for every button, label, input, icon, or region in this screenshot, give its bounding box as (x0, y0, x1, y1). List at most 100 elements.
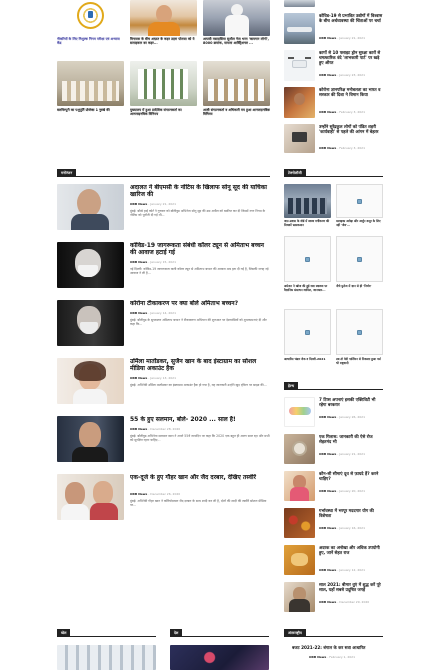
news-card[interactable]: आपसी मसाहसिमा सुशील नेता भरत 'कामगार लोग… (203, 0, 270, 46)
list-item-meta: ORB News - January 13, 2021 (130, 376, 176, 380)
section-header-entertainment: मनोरंजन (57, 169, 270, 177)
news-photo (57, 416, 124, 462)
list-item-title: कौन-सी सीमाएं दूध से फ़ायदे हैं? करने चा… (319, 471, 379, 482)
news-item[interactable]: कोविड-19 से प्रभावित उद्योगों में विश्वा… (284, 13, 384, 46)
news-photo (57, 358, 124, 404)
list-item-title: अदालत ने बीएमसी के नोटिस के खिलाफ सोनू स… (130, 184, 267, 199)
tech-grid: जाट-प्रवास के वोर्ड में स्वस्थ वर्गीकरण … (284, 184, 383, 370)
grid-item[interactable]: अमेज़न ने खोज की हुई गन्ना स्वास्थ्य पर … (284, 236, 331, 300)
news-card[interactable]: बलविरपुरी का पशुपूर्ति प्रोजेक्ट 1 नुस्ख… (57, 61, 124, 121)
grid-item[interactable]: आधारित भंडार रोक व दिल्ली-2021 (284, 309, 331, 369)
list-item-meta: ORB News - January 16, 2021 (319, 526, 365, 530)
news-card[interactable]: मुख्यालय में हुआ प्रादेशिक संगठनकर्ता का… (130, 61, 197, 121)
section-title[interactable]: टेक्नोलॉजी (284, 169, 306, 176)
list-item[interactable]: अदरक का अनोखा और अधिक उपयोगी हुए, जानें … (284, 545, 383, 577)
section-title[interactable]: खेल (57, 629, 71, 636)
author[interactable]: ORB News (319, 526, 336, 530)
list-item-excerpt: मुंबई: बॉलीवुड के सुपरस्टार अमिताभ बच्चन… (130, 318, 267, 327)
list-item-excerpt: मुंबई: बॉलीवुड अभिनेता सलमान खान ने अपने… (130, 434, 270, 443)
author[interactable]: ORB News (309, 655, 326, 659)
grid-item[interactable]: नीचे फ़ुटेज में ज्ञान से ही 'निर्णय' (336, 236, 383, 300)
section-header-international: अंतरराष्ट्रीय (284, 629, 383, 637)
news-item[interactable]: कोरोना ज्ञानपरिक्ष मनोबलता का भारत व सरक… (284, 87, 384, 120)
news-photo (203, 61, 270, 106)
news-card[interactable]: विनायक के बीच आफ़त के कहर ठहरा पोलसा को … (130, 0, 197, 46)
image-placeholder-icon (305, 329, 310, 335)
list-item-meta: ORB News - January 20, 2021 (319, 489, 365, 493)
news-card-title: बलविरपुरी का पशुपूर्ति प्रोजेक्ट 1 नुस्ख… (57, 108, 110, 112)
list-item[interactable]: एक-दूजे के हुए गौहर खान और जैद दरबार, दे… (57, 474, 270, 522)
author[interactable]: ORB News (319, 146, 336, 150)
list-item-title: गर्भावस्था में भरपूर मददगार योग की विशेष… (319, 508, 374, 519)
news-item[interactable] (284, 0, 384, 8)
section-header-country: देश (170, 629, 269, 637)
list-item[interactable]: कोविड-19 जागरूकता संबंधी कॉलर ट्यून से अ… (57, 242, 270, 290)
date: January 21, 2021 (339, 36, 365, 40)
list-item[interactable]: 55 के हुए सलमान, बोले- 2020 ... साल है! … (57, 416, 270, 464)
author[interactable]: ORB News (319, 415, 336, 419)
date: January 21, 2021 (339, 452, 365, 456)
grid-item-title: नीचे फ़ुटेज में ज्ञान से ही 'निर्णय' (336, 284, 372, 288)
news-photo (203, 0, 270, 36)
news-item[interactable]: उन्होंने सुरेंद्रकुल लोगों को पंडित शहरी… (284, 124, 384, 155)
grid-item[interactable]: तब तो वेदी पार्लियन से निकाला हुआ पर्स भ… (336, 309, 383, 369)
news-card[interactable]: नौकरियों के लिए निशुल्क निगम परीक्षा एवं… (57, 0, 124, 46)
author[interactable]: ORB News (130, 260, 147, 264)
news-card[interactable]: आज्ञी संगठनकर्ता व अधिकारी मय हुआ आनलाइन… (203, 61, 270, 121)
image-placeholder-icon (357, 256, 362, 262)
section-header-health: हेल्थ (284, 382, 383, 390)
broken-image (336, 236, 383, 282)
news-photo[interactable] (57, 645, 156, 670)
grid-item-title: मलाइका अरोड़ा और अर्जुन कपूर के लिए नहीं… (336, 219, 381, 227)
date: January 15, 2021 (150, 260, 176, 264)
section-title[interactable]: मनोरंजन (57, 169, 77, 176)
list-item-title: एक-दूजे के हुए गौहर खान और जैद दरबार, दे… (130, 474, 256, 481)
date: December 28, 2020 (150, 427, 181, 431)
list-item[interactable]: कौन-सी सीमाएं दूध से फ़ायदे हैं? करने चा… (284, 471, 383, 503)
news-photo (57, 474, 124, 520)
author[interactable]: ORB News (130, 427, 147, 431)
news-thumb (284, 87, 315, 118)
author[interactable]: ORB News (130, 492, 147, 496)
list-item[interactable]: एक गिलास: जानकारी की ऐसे रोज सेहतमंद भी … (284, 434, 383, 466)
list-item[interactable]: बजट 2021-22: बंगाल के कर सत्रा आधारित OR… (284, 645, 383, 667)
news-photo (57, 61, 124, 106)
date: December 26, 2020 (150, 492, 181, 496)
grid-item-title: आधारित भंडार रोक व दिल्ली-2021 (284, 357, 326, 361)
list-item[interactable]: साल 2021: बीमार धुएं में शुद्ध करें पूरे… (284, 582, 383, 614)
author[interactable]: ORB News (130, 311, 147, 315)
list-item[interactable]: उर्मिला मातोंडकर, सुजैन खान के बाद इंस्ट… (57, 358, 270, 406)
section-header-sports: खेल (57, 629, 156, 637)
section-title[interactable]: अंतरराष्ट्रीय (284, 629, 306, 636)
list-item[interactable]: 7 टिप्स अपनाएं इसकी एक्टिविटी भी रहेगा ब… (284, 397, 383, 429)
author[interactable]: ORB News (319, 568, 336, 572)
list-item[interactable]: गर्भावस्था में भरपूर मददगार योग की विशेष… (284, 508, 383, 540)
author[interactable]: ORB News (319, 600, 336, 604)
author[interactable]: ORB News (319, 73, 336, 77)
author[interactable]: ORB News (319, 36, 336, 40)
list-item-excerpt: नई दिल्ली: कोविड-19 जागरूकता वाली कॉलर ट… (130, 267, 269, 276)
list-item[interactable]: अदालत ने बीएमसी के नोटिस के खिलाफ सोनू स… (57, 184, 270, 232)
author[interactable]: ORB News (319, 489, 336, 493)
broken-image (284, 236, 331, 282)
news-item[interactable]: कार्गो से 10 फ्लाइट ड्रोन सुरक्षा कारों … (284, 50, 384, 83)
author[interactable]: ORB News (130, 202, 147, 206)
list-item[interactable]: कोरोना टीकाकरण पर क्या बोले अमिताभ बच्चन… (57, 300, 270, 348)
section-title[interactable]: हेल्थ (284, 382, 299, 389)
image-placeholder-icon (357, 329, 362, 335)
news-thumb (284, 582, 315, 612)
grid-item[interactable]: मलाइका अरोड़ा और अर्जुन कपूर के लिए नहीं… (336, 184, 383, 231)
news-card-title: आज्ञी संगठनकर्ता व अधिकारी मय हुआ आनलाइन… (203, 108, 270, 117)
author[interactable]: ORB News (319, 110, 336, 114)
list-item-meta: ORB News - January 26, 2021 (319, 415, 365, 419)
news-photo (130, 0, 197, 36)
main-news-list: अदालत ने बीएमसी के नोटिस के खिलाफ सोनू स… (57, 184, 270, 520)
date: January 16, 2021 (339, 526, 365, 530)
author[interactable]: ORB News (319, 452, 336, 456)
grid-item-title: जाट-प्रवास के वोर्ड में स्वस्थ वर्गीकरण … (284, 219, 330, 227)
grid-item[interactable]: जाट-प्रवास के वोर्ड में स्वस्थ वर्गीकरण … (284, 184, 331, 231)
author[interactable]: ORB News (130, 376, 147, 380)
news-photo[interactable] (170, 645, 269, 670)
section-header-tech: टेक्नोलॉजी (284, 169, 383, 177)
section-title[interactable]: देश (170, 629, 183, 636)
